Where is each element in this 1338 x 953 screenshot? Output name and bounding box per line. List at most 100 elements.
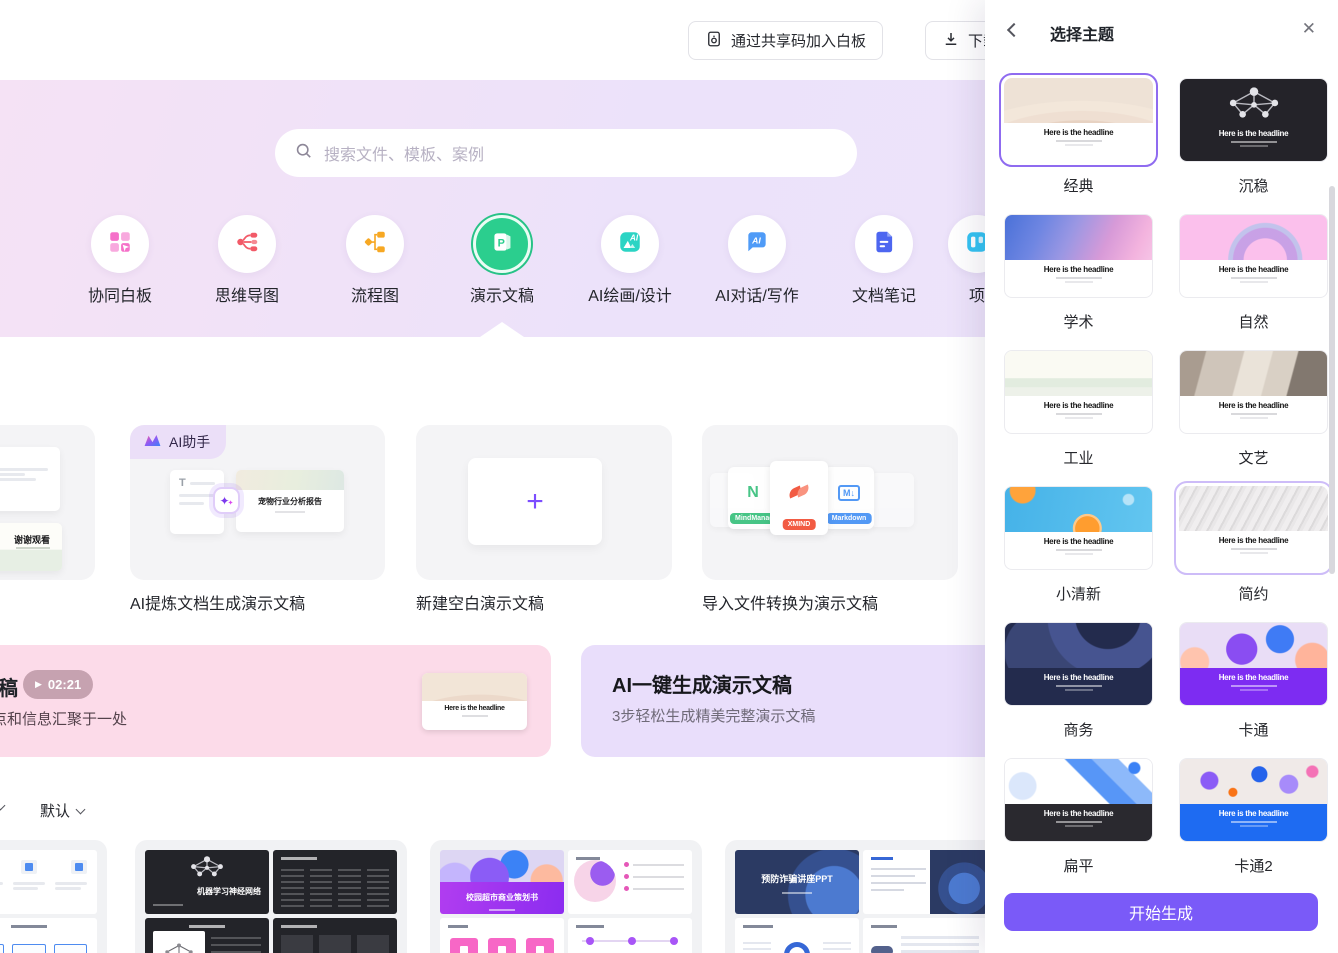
theme-headline: Here is the headline	[1043, 809, 1114, 818]
join-by-share-code-button[interactable]: 通过共享码加入白板	[688, 21, 884, 60]
video-banner[interactable]: 稿 ▶ 02:21 点和信息汇聚于一处 Here is the headline	[0, 645, 551, 757]
boardmix-logo-icon	[143, 433, 162, 451]
theme-name: 文艺	[1238, 450, 1269, 467]
theme-item-flat[interactable]: Here is the headline 扁平	[999, 753, 1158, 876]
theme-item-academic[interactable]: Here is the headline 学术	[999, 209, 1158, 332]
template-title: 机器学习神经网络	[197, 887, 261, 896]
theme-name: 工业	[1063, 450, 1094, 467]
theme-item-steady[interactable]: Here is the headline 沉稳	[1174, 73, 1333, 196]
tool-label: 思维导图	[214, 288, 279, 305]
template-card-campus[interactable]: 校园超市商业策划书	[430, 840, 702, 953]
theme-name: 自然	[1238, 314, 1269, 331]
video-duration: 02:21	[47, 677, 82, 692]
plus-icon: +	[526, 484, 544, 518]
card-ai-extract[interactable]: AI助手 T ✦ ✦ 宠物行业分析报告	[130, 425, 385, 580]
theme-name: 简约	[1238, 586, 1269, 603]
template-title-slide: 校园超市商业策划书	[440, 850, 564, 914]
theme-item-minimal[interactable]: Here is the headline 简约	[1174, 481, 1333, 604]
template-title: 预防诈骗讲座PPT	[761, 874, 833, 884]
svg-text:P: P	[498, 237, 505, 249]
tool-whiteboard[interactable]: 协同白板	[60, 215, 180, 306]
theme-preview	[1179, 486, 1328, 531]
tool-mindmap[interactable]: 思维导图	[187, 215, 307, 306]
ai-generate-banner[interactable]: AI一键生成演示文稿 3步轻松生成精美完整演示文稿	[581, 645, 1010, 757]
template-slide	[273, 918, 397, 953]
tool-flowchart[interactable]: 流程图	[315, 215, 435, 306]
theme-name: 小清新	[1055, 586, 1101, 603]
template-card-partial[interactable]	[0, 840, 107, 953]
example-slide	[0, 447, 60, 511]
download-icon	[942, 30, 960, 52]
template-slide	[0, 918, 97, 953]
start-generate-button[interactable]: 开始生成	[1004, 893, 1318, 931]
theme-item-industrial[interactable]: Here is the headline 工业	[999, 345, 1158, 468]
chevron-down-icon	[75, 804, 86, 814]
theme-headline: Here is the headline	[1043, 128, 1114, 137]
template-slide	[863, 918, 987, 953]
join-button-label: 通过共享码加入白板	[731, 33, 867, 50]
theme-headline: Here is the headline	[1043, 673, 1114, 682]
svg-text:AI: AI	[629, 233, 639, 242]
search-input[interactable]: 搜索文件、模板、案例	[275, 129, 857, 177]
theme-item-artsy[interactable]: Here is the headline 文艺	[1174, 345, 1333, 468]
theme-headline: Here is the headline	[1043, 537, 1114, 546]
theme-name: 经典	[1063, 178, 1094, 195]
search-placeholder: 搜索文件、模板、案例	[324, 147, 485, 164]
tool-label: 流程图	[350, 288, 399, 305]
card-new-blank[interactable]: +	[416, 425, 672, 580]
template-slide	[145, 918, 269, 953]
template-slide	[735, 918, 859, 953]
app-window: 通过共享码加入白板 下载 搜索文件、模板、案例 协同白板 思维导图 流程图 P …	[0, 0, 1338, 953]
theme-item-cartoon[interactable]: Here is the headline 卡通	[1174, 617, 1333, 740]
tool-ai-chat[interactable]: AI AI对话/写作	[697, 215, 817, 306]
theme-headline: Here is the headline	[1218, 809, 1289, 818]
share-code-icon	[705, 30, 723, 52]
theme-item-natural[interactable]: Here is the headline 自然	[1174, 209, 1333, 332]
tool-ai-design[interactable]: AI AI绘画/设计	[570, 215, 690, 306]
theme-item-cartoon2[interactable]: Here is the headline 卡通2	[1174, 753, 1333, 876]
ai-banner-title: AI一键生成演示文稿	[612, 675, 792, 697]
ai-sparkle-icon: ✦ ✦	[213, 487, 240, 514]
theme-name: 商务	[1063, 722, 1094, 739]
card-import-convert[interactable]: N MindManager M↓ Markdown XMIND	[702, 425, 958, 580]
default-sort-dropdown[interactable]: 默认	[40, 800, 86, 821]
theme-item-classic[interactable]: Here is the headline 经典	[999, 73, 1158, 196]
chevron-down-icon[interactable]	[0, 800, 6, 811]
theme-preview	[1005, 623, 1152, 668]
template-title: 校园超市商业策划书	[466, 893, 538, 902]
tool-label: AI对话/写作	[715, 288, 799, 305]
theme-preview	[1005, 351, 1152, 396]
theme-name: 扁平	[1063, 858, 1094, 875]
theme-preview	[1180, 79, 1327, 124]
theme-headline: Here is the headline	[1218, 536, 1289, 545]
file-sheet-ghost	[870, 473, 914, 527]
back-icon[interactable]	[1006, 22, 1022, 38]
close-icon[interactable]: ✕	[1302, 19, 1316, 39]
ai-chat-icon: AI	[744, 229, 770, 260]
selected-tab-pointer	[480, 322, 524, 337]
theme-item-business[interactable]: Here is the headline 商务	[999, 617, 1158, 740]
theme-preview	[1180, 623, 1327, 668]
doc-note-icon	[871, 229, 897, 260]
default-sort-label: 默认	[40, 803, 71, 820]
file-sheet-xmind: XMIND	[770, 461, 828, 535]
panel-scrollbar[interactable]	[1329, 186, 1335, 574]
video-banner-subtitle: 点和信息汇聚于一处	[0, 711, 128, 728]
theme-item-fresh[interactable]: Here is the headline 小清新	[999, 481, 1158, 604]
tool-label: 演示文稿	[469, 288, 534, 305]
thanks-slide: 谢谢观看	[0, 523, 62, 571]
template-slide	[863, 850, 987, 914]
tool-presentation[interactable]: P 演示文稿	[442, 215, 562, 306]
theme-preview	[1005, 215, 1152, 260]
theme-preview	[1180, 759, 1327, 804]
blank-slide: +	[468, 458, 602, 545]
template-card-fraud[interactable]: 预防诈骗讲座PPT	[725, 840, 997, 953]
play-icon: ▶	[35, 679, 42, 689]
template-card-ml[interactable]: 机器学习神经网络	[135, 840, 407, 953]
theme-name: 学术	[1063, 314, 1094, 331]
template-slide	[273, 850, 397, 914]
card-title-ai-extract: AI提炼文档生成演示文稿	[130, 596, 306, 613]
presentation-icon: P	[489, 229, 515, 260]
svg-text:AI: AI	[751, 235, 761, 245]
card-example-preview[interactable]: 谢谢观看	[0, 425, 95, 580]
